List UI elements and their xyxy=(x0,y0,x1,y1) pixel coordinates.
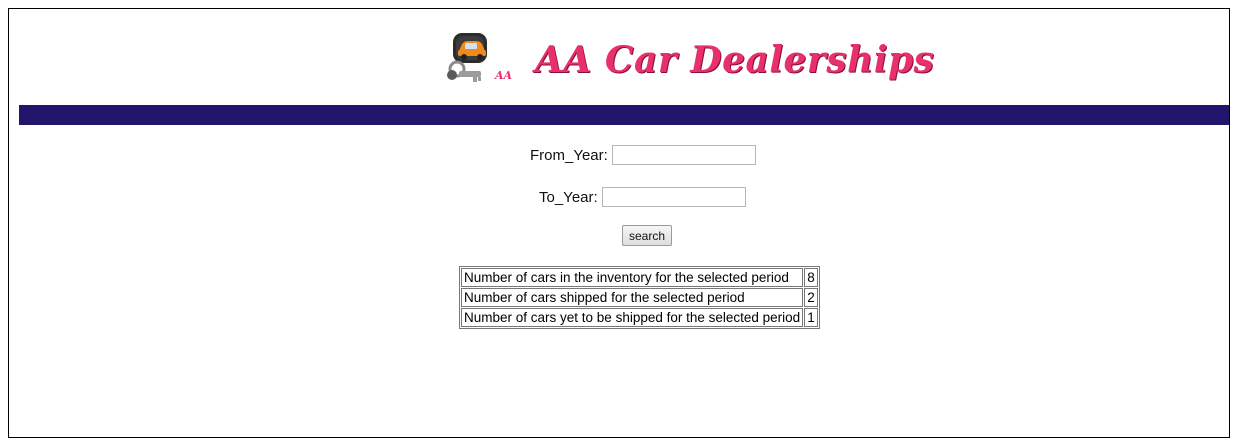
row-value: 1 xyxy=(804,308,818,327)
row-value: 2 xyxy=(804,288,818,307)
nav-bar xyxy=(19,105,1229,125)
to-year-input[interactable] xyxy=(601,187,746,207)
from-year-input[interactable] xyxy=(611,145,756,165)
row-value: 8 xyxy=(804,268,818,287)
to-year-row: To_Year: xyxy=(539,187,746,207)
site-title: AA Car Dealerships xyxy=(535,39,935,81)
from-year-label: From_Year: xyxy=(530,146,608,164)
row-label: Number of cars shipped for the selected … xyxy=(461,288,804,307)
page-frame: AA AA Car Dealerships From_Year: To_Year… xyxy=(8,8,1230,438)
table-row: Number of cars in the inventory for the … xyxy=(461,268,818,287)
header: AA AA Car Dealerships xyxy=(9,9,1229,105)
summary-table: Number of cars in the inventory for the … xyxy=(459,266,820,329)
logo-aa-mark: AA xyxy=(494,69,513,82)
search-button[interactable]: search xyxy=(622,225,673,246)
to-year-label: To_Year: xyxy=(539,188,598,206)
row-label: Number of cars yet to be shipped for the… xyxy=(461,308,804,327)
logo[interactable]: AA xyxy=(447,29,513,87)
car-key-icon: AA xyxy=(447,33,513,82)
row-label: Number of cars in the inventory for the … xyxy=(461,268,804,287)
from-year-row: From_Year: xyxy=(530,145,756,165)
table-row: Number of cars shipped for the selected … xyxy=(461,288,818,307)
table-row: Number of cars yet to be shipped for the… xyxy=(461,308,818,327)
